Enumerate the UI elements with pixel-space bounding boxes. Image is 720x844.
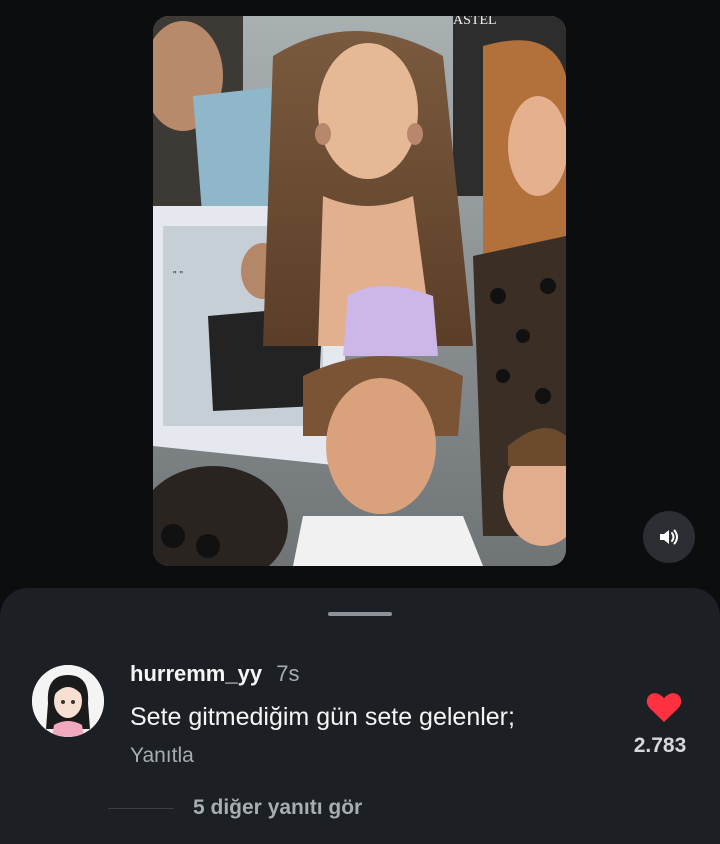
replies-divider — [108, 808, 174, 809]
video-area[interactable]: " " ASTEL — [0, 0, 720, 600]
video-frame-image: " " ASTEL — [153, 16, 566, 566]
svg-text:" ": " " — [173, 270, 183, 281]
like-count: 2.783 — [633, 734, 687, 757]
comment-text: Sete gitmediğim gün sete gelenler; — [130, 703, 515, 731]
comment-header: hurremm_yy 7s — [130, 660, 299, 688]
comment-username[interactable]: hurremm_yy — [130, 661, 262, 686]
comments-sheet: hurremm_yy 7s Sete gitmediğim gün sete g… — [0, 588, 720, 844]
heart-icon[interactable] — [646, 691, 682, 723]
sound-toggle-button[interactable] — [643, 511, 695, 563]
view-replies-button[interactable]: 5 diğer yanıtı gör — [193, 794, 362, 822]
video-player[interactable]: " " ASTEL — [153, 16, 566, 566]
sheet-drag-handle[interactable] — [328, 612, 392, 616]
reply-button[interactable]: Yanıtla — [130, 742, 194, 770]
speaker-icon — [660, 529, 678, 545]
video-watermark: ASTEL — [453, 16, 497, 28]
comment-timestamp: 7s — [276, 661, 300, 686]
avatar[interactable] — [32, 665, 104, 737]
